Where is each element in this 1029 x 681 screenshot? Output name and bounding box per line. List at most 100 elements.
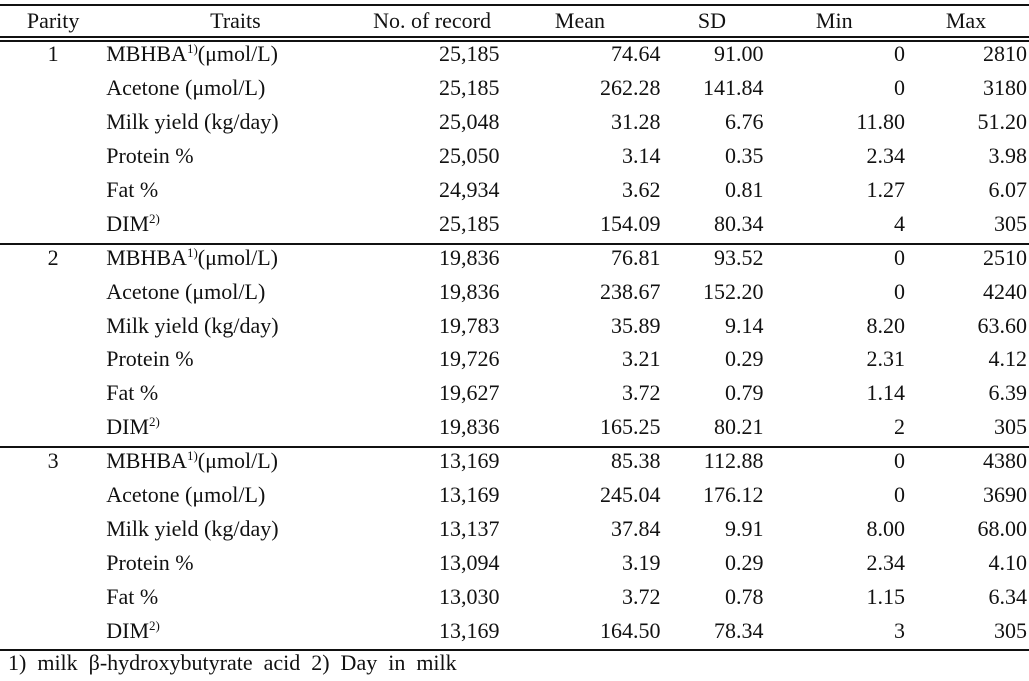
table-row: Acetone (μmol/L) 13,169 245.04 176.12 0 3690 — [0, 478, 1029, 512]
col-header-records: No. of record — [373, 8, 491, 33]
cell-records: 25,185 — [438, 75, 500, 101]
cell-sd: 0.35 — [724, 143, 764, 169]
col-header-parity: Parity — [26, 8, 80, 33]
table-row: Fat % 13,030 3.72 0.78 1.15 6.34 — [0, 579, 1029, 613]
cell-max: 2510 — [983, 244, 1027, 270]
cell-max: 2810 — [983, 41, 1027, 67]
trait-label: Fat % — [106, 380, 159, 406]
cell-records: 19,836 — [438, 278, 500, 304]
cell-max: 305 — [994, 414, 1027, 440]
footnote-marker: 2) — [149, 617, 160, 633]
cell-mean: 3.62 — [621, 177, 661, 202]
footnote-marker: 2) — [149, 414, 160, 430]
trait-label: Acetone (μmol/L) — [106, 482, 266, 508]
cell-parity: 2 — [47, 244, 59, 270]
cell-mean: 262.28 — [599, 75, 661, 101]
cell-records: 25,185 — [438, 210, 500, 236]
cell-max: 68.00 — [977, 515, 1028, 541]
cell-max: 4.10 — [988, 549, 1028, 575]
col-header-min: Min — [815, 8, 853, 33]
col-header-max: Max — [945, 8, 987, 33]
cell-mean: 3.72 — [621, 380, 661, 406]
cell-parity — [0, 308, 106, 342]
cell-records: 19,627 — [438, 380, 500, 406]
cell-parity — [0, 71, 106, 105]
cell-sd: 9.91 — [724, 515, 764, 541]
trait-label: MBHBA — [106, 448, 187, 474]
table-row: 1 MBHBA1)(μmol/L) 25,185 74.64 91.00 0 2810 — [0, 37, 1029, 71]
cell-min: 0 — [894, 448, 905, 474]
cell-max: 51.20 — [977, 109, 1028, 135]
cell-records: 13,137 — [438, 515, 500, 541]
table-row: Acetone (μmol/L) 19,836 238.67 152.20 0 4240 — [0, 274, 1029, 308]
cell-sd: 9.14 — [724, 312, 764, 338]
cell-trait: DIM2) — [106, 410, 364, 444]
cell-sd: 0.79 — [724, 380, 764, 406]
trait-label: Fat % — [106, 583, 159, 609]
trait-unit: (μmol/L) — [197, 448, 279, 474]
table-row: Fat % 24,934 3.62 0.81 1.27 6.07 — [0, 173, 1029, 207]
table-row: Protein % 25,050 3.14 0.35 2.34 3.98 — [0, 139, 1029, 173]
footnote-marker: 1) — [186, 244, 198, 260]
cell-sd: 93.52 — [713, 244, 764, 270]
cell-records: 13,169 — [438, 617, 500, 643]
cell-parity — [0, 173, 106, 207]
cell-parity — [0, 613, 106, 647]
cell-parity — [0, 410, 106, 444]
cell-trait: Fat % — [106, 376, 364, 410]
cell-trait: Protein % — [106, 342, 364, 376]
cell-mean: 3.19 — [621, 549, 661, 575]
cell-parity: 3 — [47, 448, 59, 474]
cell-trait: Acetone (μmol/L) — [106, 274, 364, 308]
table-row: 3 MBHBA1)(μmol/L) 13,169 85.38 112.88 0 4380 — [0, 444, 1029, 478]
cell-trait: MBHBA1)(μmol/L) — [106, 444, 364, 478]
cell-records: 24,934 — [438, 177, 500, 202]
cell-mean: 37.84 — [610, 515, 661, 541]
cell-records: 25,185 — [438, 41, 500, 67]
cell-mean: 165.25 — [599, 414, 661, 440]
cell-records: 19,726 — [438, 346, 500, 372]
trait-label: Protein % — [106, 346, 194, 372]
cell-min: 0 — [894, 278, 905, 304]
cell-mean: 3.72 — [621, 583, 661, 609]
cell-records: 19,836 — [438, 244, 500, 270]
cell-records: 19,836 — [438, 414, 500, 440]
col-header-mean: Mean — [554, 8, 605, 33]
table-row: Protein % 13,094 3.19 0.29 2.34 4.10 — [0, 545, 1029, 579]
cell-max: 3180 — [983, 75, 1027, 101]
cell-records: 13,094 — [438, 549, 500, 575]
cell-sd: 0.29 — [724, 549, 764, 575]
cell-min: 2.34 — [866, 143, 906, 169]
trait-label: Acetone (μmol/L) — [106, 75, 266, 101]
cell-trait: Protein % — [106, 139, 364, 173]
cell-sd: 141.84 — [702, 75, 764, 101]
cell-mean: 74.64 — [610, 41, 661, 67]
table-row: DIM2) 19,836 165.25 80.21 2 305 — [0, 410, 1029, 444]
table-row: Protein % 19,726 3.21 0.29 2.31 4.12 — [0, 342, 1029, 376]
group-divider-2 — [0, 446, 1029, 448]
cell-min: 8.00 — [866, 515, 906, 541]
cell-min: 4 — [894, 210, 905, 236]
cell-parity — [0, 105, 106, 139]
trait-label: Milk yield (kg/day) — [106, 515, 279, 541]
cell-min: 0 — [894, 75, 905, 101]
col-header-sd: SD — [697, 8, 727, 33]
cell-parity — [0, 206, 106, 240]
trait-label: Protein % — [106, 143, 194, 169]
trait-label: MBHBA — [106, 244, 187, 270]
trait-label: Milk yield (kg/day) — [106, 312, 279, 338]
table-row: Fat % 19,627 3.72 0.79 1.14 6.39 — [0, 376, 1029, 410]
cell-sd: 112.88 — [703, 448, 764, 474]
cell-trait: Milk yield (kg/day) — [106, 105, 364, 139]
table-row: DIM2) 25,185 154.09 80.34 4 305 — [0, 206, 1029, 240]
cell-records: 19,783 — [438, 312, 500, 338]
cell-min: 1.14 — [866, 380, 906, 406]
header-double-rule-a — [0, 36, 1029, 38]
cell-trait: Acetone (μmol/L) — [106, 478, 364, 512]
cell-max: 305 — [994, 210, 1027, 236]
cell-sd: 91.00 — [713, 41, 764, 67]
cell-parity — [0, 342, 106, 376]
cell-trait: Milk yield (kg/day) — [106, 511, 364, 545]
trait-unit: (μmol/L) — [197, 41, 279, 67]
cell-min: 8.20 — [866, 312, 906, 338]
